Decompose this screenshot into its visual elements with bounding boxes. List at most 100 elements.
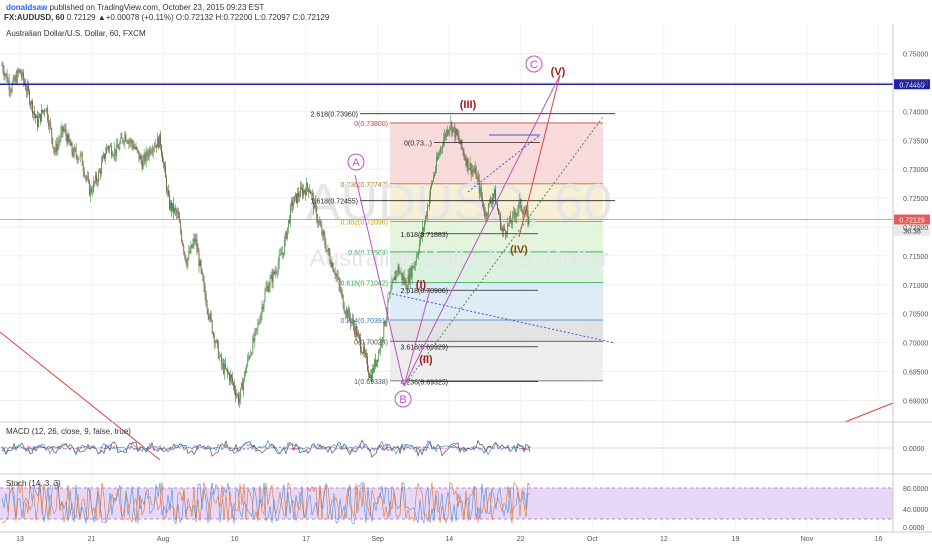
candle-body: [235, 390, 236, 397]
time-axis[interactable]: 13 21 Aug 10 17 Sep 14 22 Oct 12 19 Nov 16: [0, 531, 932, 543]
candle-body: [383, 320, 385, 338]
candle-body: [447, 130, 449, 134]
candle-body: [418, 243, 420, 253]
candle-body: [160, 134, 161, 146]
candle-body: [267, 285, 269, 292]
candle-body: [507, 223, 509, 234]
stoch-tick-label: 80.0000: [903, 486, 928, 493]
candle-body: [166, 177, 167, 192]
candle-body: [395, 271, 397, 281]
candle-body: [134, 147, 136, 149]
candle-body: [429, 196, 430, 206]
candle-body: [279, 253, 281, 255]
candle-body: [259, 321, 261, 323]
candle-body: [401, 272, 403, 281]
candle-body: [131, 140, 133, 145]
candle-body: [399, 273, 401, 274]
candle-body: [46, 108, 48, 111]
candle-body: [210, 313, 212, 321]
candle-body: [104, 153, 105, 159]
candle-body: [18, 69, 20, 73]
candle-body: [141, 160, 143, 169]
candle-body: [155, 144, 157, 148]
candle-body: [32, 101, 33, 114]
candle-body: [64, 129, 66, 130]
candle-body: [21, 72, 23, 77]
fib-extension-label: 0(0.73...): [404, 141, 432, 148]
candle-body: [67, 134, 69, 144]
candle-body: [191, 244, 193, 248]
macd-tick-label: 0.0000: [903, 446, 925, 453]
candle-body: [240, 388, 242, 399]
candle-body: [153, 147, 155, 148]
candle-body: [396, 271, 398, 273]
candle-body: [255, 328, 257, 332]
wave-label: (IV): [510, 244, 528, 256]
candle-body: [262, 306, 264, 309]
candle-body: [438, 154, 440, 159]
candle-body: [466, 158, 468, 166]
candle-body: [113, 155, 115, 157]
candle-body: [502, 228, 503, 232]
time-axis-ticks: 13 21 Aug 10 17 Sep 14 22 Oct 12 19 Nov 16: [16, 536, 882, 543]
candle-body: [482, 202, 484, 211]
candle-body: [303, 189, 304, 196]
candle-body: [331, 263, 333, 267]
time-tick-label: Sep: [371, 536, 384, 543]
candle-body: [123, 141, 125, 143]
candle-body: [148, 149, 150, 157]
candle-body: [122, 138, 124, 142]
candle-body: [351, 319, 353, 322]
author-link[interactable]: donaldsaw: [6, 3, 47, 12]
candle-body: [321, 226, 323, 235]
price-axis[interactable]: 0.75000 0.74500 0.74000 0.73500 0.73000 0.725…: [892, 24, 928, 532]
fib-extension-label: 2.618(0.73960): [311, 112, 358, 119]
candle-body: [462, 148, 464, 152]
candle-body: [121, 137, 123, 139]
candle-body: [214, 342, 216, 344]
candle-body: [13, 77, 15, 81]
candle-body: [284, 232, 286, 241]
time-tick-label: 10: [231, 536, 239, 543]
candle-body: [157, 137, 159, 148]
candle-body: [323, 231, 325, 237]
candle-body: [201, 269, 203, 274]
candle-body: [435, 169, 436, 174]
candle-body: [484, 212, 486, 217]
candle-body: [254, 331, 256, 341]
candle-body: [222, 363, 224, 374]
candle-body: [69, 141, 71, 146]
candle-body: [115, 148, 117, 156]
candle-body: [199, 260, 201, 266]
candle-body: [80, 153, 82, 154]
wave-label: (II): [419, 354, 433, 366]
candle-body: [407, 274, 409, 288]
candle-body: [71, 142, 73, 153]
candle-body: [55, 143, 57, 153]
symbol-label: FX:AUDUSD, 60: [4, 13, 65, 22]
candle-body: [451, 121, 453, 133]
candle-body: [400, 272, 402, 274]
candle-body: [317, 220, 319, 223]
price-tick-label: 0.70000: [903, 341, 928, 348]
candle-body: [85, 176, 87, 179]
candle-body: [355, 326, 357, 337]
candle-body: [177, 212, 179, 214]
candle-body: [251, 353, 253, 354]
candle-body: [168, 190, 169, 196]
candle-body: [105, 154, 106, 159]
candle-body: [196, 239, 198, 251]
candle-body: [44, 110, 46, 112]
candle-body: [367, 357, 368, 371]
macd-pane: MACD (12, 26, close, 9, false, true): [0, 421, 932, 458]
candle-body: [282, 252, 284, 255]
candle-body: [234, 384, 235, 391]
chart-title: Australian Dollar/U.S. Dollar, 60, FXCM: [6, 29, 146, 38]
candle-body: [92, 181, 94, 192]
candle-body: [169, 195, 170, 209]
candle-body: [59, 139, 61, 142]
price-chart[interactable]: 0(0.73800)0.236(0.72747)0.382(0.72096)0.…: [0, 24, 932, 550]
candle-body: [422, 227, 424, 230]
candle-body: [371, 374, 372, 382]
candle-body: [276, 271, 278, 273]
